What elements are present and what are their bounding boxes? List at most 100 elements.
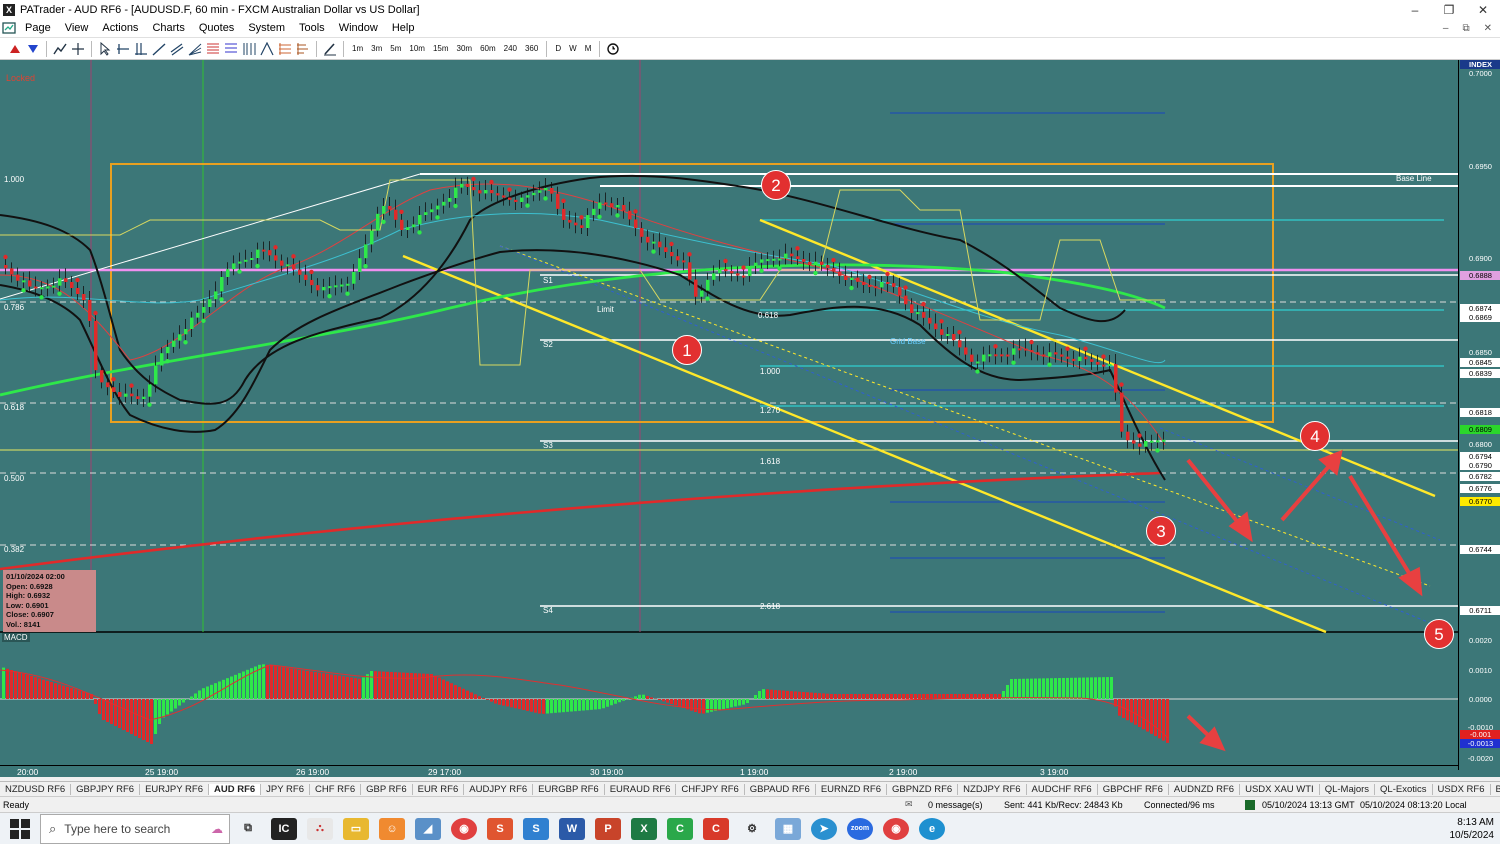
pitchfork-icon[interactable] bbox=[276, 41, 294, 57]
maximize-button[interactable]: ❐ bbox=[1432, 3, 1466, 17]
app-s-blue-icon[interactable]: S bbox=[523, 817, 549, 840]
task-view-icon[interactable]: ⧉ bbox=[235, 818, 261, 840]
timeframe-60m[interactable]: 60m bbox=[476, 44, 500, 53]
close-button[interactable]: ✕ bbox=[1466, 3, 1500, 17]
symbol-tab[interactable]: NZDUSD RF6 bbox=[0, 783, 72, 795]
timeframe-360[interactable]: 360 bbox=[521, 44, 542, 53]
menu-window[interactable]: Window bbox=[332, 22, 385, 34]
file-explorer-icon[interactable]: ▭ bbox=[343, 817, 369, 840]
chart-app-taskbar-icon[interactable]: ⛬ bbox=[307, 817, 333, 840]
mdi-minimize-button[interactable]: – bbox=[1443, 23, 1449, 34]
symbol-tab[interactable]: GBPAUD RF6 bbox=[745, 783, 816, 795]
taskbar-clock[interactable]: 8:13 AM 10/5/2024 bbox=[1450, 816, 1500, 842]
word-icon[interactable]: W bbox=[559, 817, 585, 840]
menu-help[interactable]: Help bbox=[385, 22, 422, 34]
clock-icon[interactable] bbox=[604, 41, 622, 57]
crosshair-icon[interactable] bbox=[69, 41, 87, 57]
mdi-close-button[interactable]: ✕ bbox=[1484, 23, 1492, 34]
menu-quotes[interactable]: Quotes bbox=[192, 22, 241, 34]
symbol-tab[interactable]: USDX XAU WTI bbox=[1240, 783, 1320, 795]
symbol-tab[interactable]: AUDCHF RF6 bbox=[1027, 783, 1098, 795]
chart-type-icon[interactable] bbox=[51, 41, 69, 57]
timeframe-10m[interactable]: 10m bbox=[405, 44, 429, 53]
app-s-red-icon[interactable]: S bbox=[487, 817, 513, 840]
symbol-tab[interactable]: QL-Exotics bbox=[1375, 783, 1433, 795]
taskbar-search-box[interactable]: ⌕ Type here to search ☁ bbox=[40, 813, 230, 844]
telegram-icon[interactable]: ➤ bbox=[811, 817, 837, 840]
vertical-line-icon[interactable] bbox=[132, 41, 150, 57]
symbol-tab[interactable]: NZDJPY RF6 bbox=[958, 783, 1027, 795]
app-blue-icon[interactable]: ◢ bbox=[415, 817, 441, 840]
pencil-icon[interactable] bbox=[321, 41, 339, 57]
minimize-button[interactable]: – bbox=[1398, 3, 1432, 17]
symbol-tab[interactable]: AUDNZD RF6 bbox=[1169, 783, 1241, 795]
timeframe-5m[interactable]: 5m bbox=[386, 44, 405, 53]
candle-body bbox=[106, 382, 110, 388]
timeframe-3m[interactable]: 3m bbox=[367, 44, 386, 53]
chart-area[interactable]: Locked 1.000 0.786 0.618 0.500 0.382 0.6… bbox=[0, 60, 1500, 777]
timeframe-d[interactable]: D bbox=[551, 44, 565, 53]
timeframe-15m[interactable]: 15m bbox=[429, 44, 453, 53]
symbol-tab[interactable]: GBPNZD RF6 bbox=[887, 783, 959, 795]
symbol-tab[interactable]: AUD RF6 bbox=[208, 783, 262, 795]
pointer-icon[interactable] bbox=[96, 41, 114, 57]
patrader-taskbar-icon[interactable]: IC bbox=[271, 817, 297, 840]
fib-retracement-icon[interactable] bbox=[204, 41, 222, 57]
chrome-icon-2[interactable]: ◉ bbox=[883, 817, 909, 840]
time-axis[interactable]: 20:00 25 19:00 26 19:00 29 17:00 30 19:0… bbox=[0, 765, 1458, 777]
symbol-tab[interactable]: EURNZD RF6 bbox=[816, 783, 887, 795]
symbol-tab[interactable]: GBPCHF RF6 bbox=[1098, 783, 1169, 795]
price-scale[interactable]: INDEX 0.7000 0.6950 0.6900 0.6888 0.6874 0.68… bbox=[1458, 60, 1500, 770]
excel-icon[interactable]: X bbox=[631, 817, 657, 840]
symbol-tab[interactable]: EURAUD RF6 bbox=[605, 783, 677, 795]
timeframe-30m[interactable]: 30m bbox=[453, 44, 477, 53]
settings-gear-icon[interactable]: ⚙ bbox=[739, 818, 765, 840]
symbol-tab[interactable]: JPY RF6 bbox=[261, 783, 310, 795]
pivot-icon[interactable] bbox=[294, 41, 312, 57]
camtasia-red-icon[interactable]: C bbox=[703, 817, 729, 840]
menu-view[interactable]: View bbox=[58, 22, 96, 34]
menu-page[interactable]: Page bbox=[18, 22, 58, 34]
gann-icon[interactable] bbox=[258, 41, 276, 57]
menu-system[interactable]: System bbox=[241, 22, 292, 34]
timeframe-m[interactable]: M bbox=[581, 44, 596, 53]
symbol-tab[interactable]: USDX RF6 bbox=[1433, 783, 1491, 795]
trendline-icon[interactable] bbox=[150, 41, 168, 57]
chrome-icon[interactable]: ◉ bbox=[451, 817, 477, 840]
camtasia-green-icon[interactable]: C bbox=[667, 817, 693, 840]
zoom-icon[interactable]: zoom bbox=[847, 817, 873, 840]
page-menu-icon[interactable] bbox=[0, 20, 18, 36]
fib-fan-icon[interactable] bbox=[186, 41, 204, 57]
macd-bar bbox=[150, 699, 153, 744]
windows-start-icon[interactable] bbox=[10, 818, 30, 839]
timeframe-1m[interactable]: 1m bbox=[348, 44, 367, 53]
symbol-tab[interactable]: EURGBP RF6 bbox=[533, 783, 605, 795]
timeframe-240[interactable]: 240 bbox=[500, 44, 521, 53]
channel-icon[interactable] bbox=[168, 41, 186, 57]
edge-icon[interactable]: e bbox=[919, 817, 945, 840]
symbol-tab[interactable]: Bitcoin bbox=[1491, 784, 1500, 795]
timeframe-w[interactable]: W bbox=[565, 44, 581, 53]
app-orange-icon[interactable]: ☺ bbox=[379, 817, 405, 840]
fib-time-icon[interactable] bbox=[240, 41, 258, 57]
mdi-restore-button[interactable]: ⧉ bbox=[1462, 23, 1469, 34]
powerpoint-icon[interactable]: P bbox=[595, 817, 621, 840]
symbol-tab[interactable]: CHF RF6 bbox=[310, 783, 362, 795]
macd-bar bbox=[146, 699, 149, 742]
symbol-tab[interactable]: GBPJPY RF6 bbox=[71, 783, 141, 795]
symbol-tab[interactable]: GBP RF6 bbox=[361, 783, 413, 795]
menu-tools[interactable]: Tools bbox=[292, 22, 332, 34]
fib-extension-icon[interactable] bbox=[222, 41, 240, 57]
sell-order-icon[interactable] bbox=[24, 41, 42, 57]
symbol-tab[interactable]: CHFJPY RF6 bbox=[676, 783, 745, 795]
price-chart-canvas[interactable] bbox=[0, 60, 1458, 765]
app-network-icon[interactable]: ▦ bbox=[775, 817, 801, 840]
horizontal-line-icon[interactable] bbox=[114, 41, 132, 57]
symbol-tab[interactable]: QL-Majors bbox=[1320, 783, 1376, 795]
menu-charts[interactable]: Charts bbox=[145, 22, 191, 34]
symbol-tab[interactable]: EURJPY RF6 bbox=[140, 783, 209, 795]
buy-order-icon[interactable] bbox=[6, 41, 24, 57]
menu-actions[interactable]: Actions bbox=[95, 22, 145, 34]
symbol-tab[interactable]: EUR RF6 bbox=[413, 783, 465, 795]
symbol-tab[interactable]: AUDJPY RF6 bbox=[464, 783, 534, 795]
